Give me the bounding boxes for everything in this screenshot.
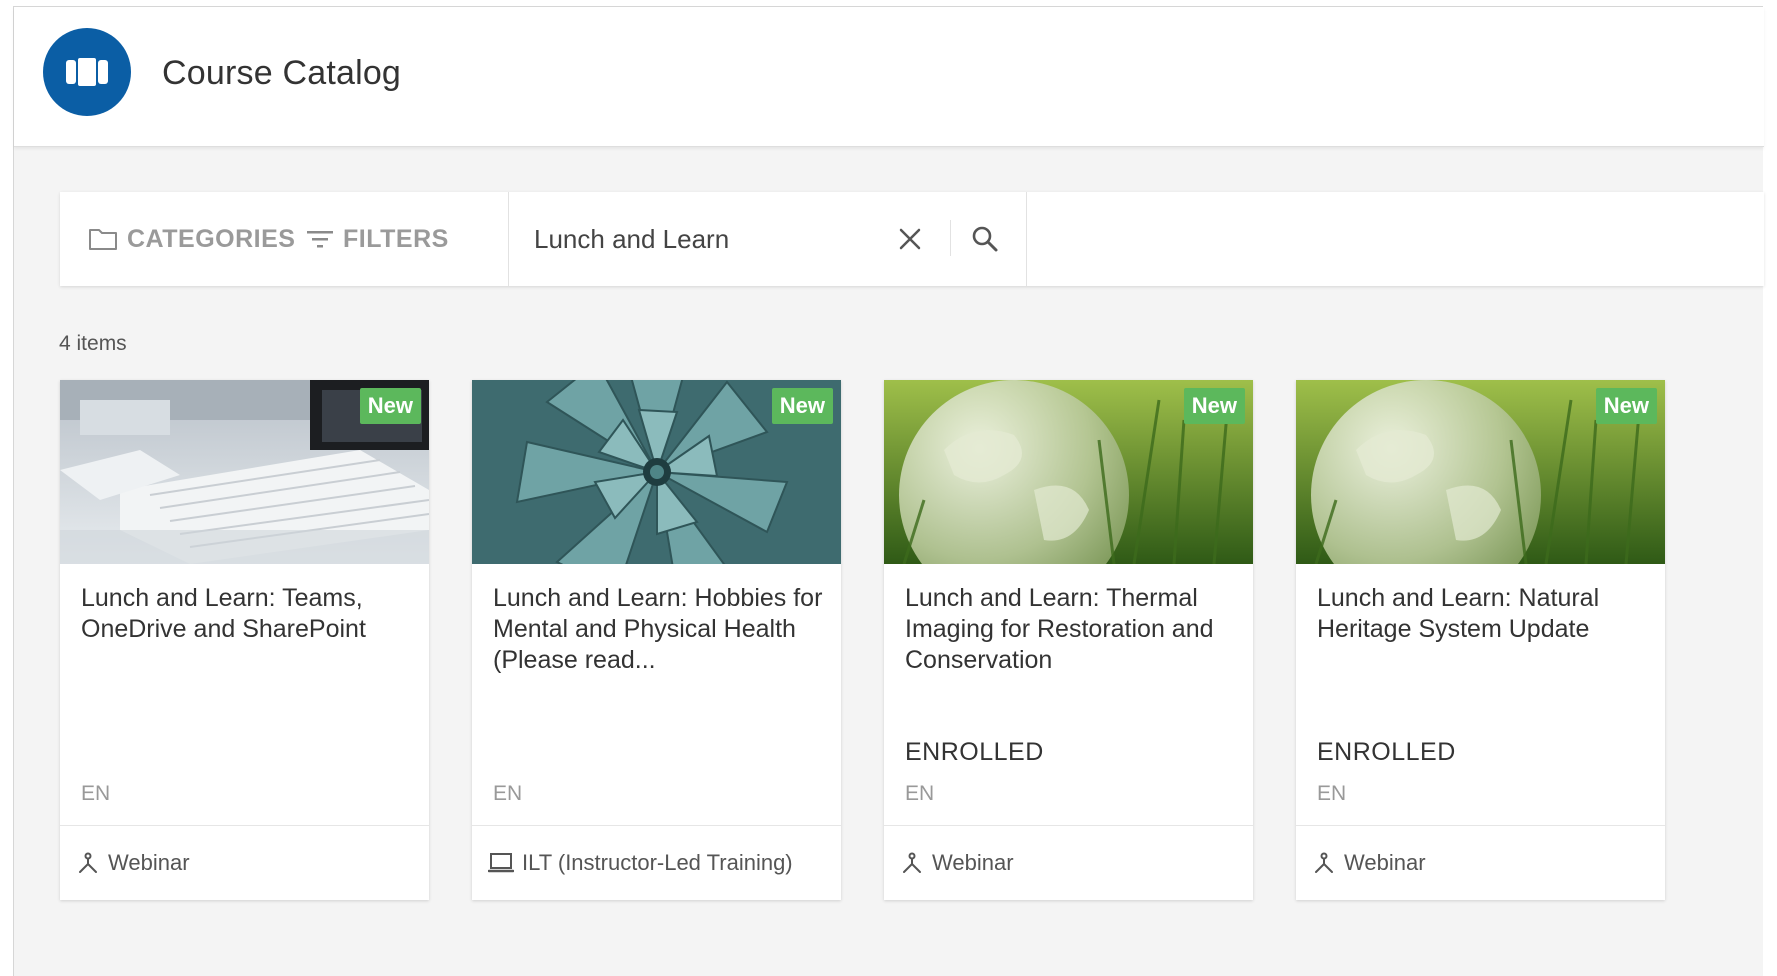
course-type-footer: Webinar — [60, 825, 429, 900]
webinar-icon — [903, 852, 921, 873]
course-type: Webinar — [932, 850, 1014, 875]
filters-button[interactable]: FILTERS — [306, 192, 449, 286]
course-card[interactable]: New Lunch and Learn: Teams, OneDrive and… — [60, 380, 429, 900]
new-badge: New — [771, 388, 833, 424]
course-language: EN — [1317, 782, 1347, 805]
course-type: Webinar — [1344, 850, 1426, 875]
webinar-icon — [79, 852, 97, 873]
search-button[interactable] — [966, 220, 1004, 258]
page-title: Course Catalog — [162, 54, 402, 92]
course-type-footer: ILT (Instructor-Led Training) — [472, 825, 841, 900]
new-badge: New — [359, 388, 421, 424]
close-icon — [899, 228, 921, 250]
folder-icon — [89, 229, 117, 250]
filters-label: FILTERS — [343, 224, 449, 253]
new-badge: New — [1595, 388, 1657, 424]
classroom-icon — [488, 853, 514, 873]
app-frame: Course Catalog CATEGORIES FILTERS Lunch … — [13, 6, 1764, 976]
course-thumbnail: New — [1296, 380, 1665, 564]
course-card[interactable]: New Lunch and Learn: Hobbies for Mental … — [472, 380, 841, 900]
page-header: Course Catalog — [14, 7, 1764, 147]
result-count: 4 items — [59, 332, 127, 355]
course-thumbnail: New — [884, 380, 1253, 564]
enrollment-status: ENROLLED — [905, 738, 1044, 766]
course-card[interactable]: New Lunch and Learn: Natural Heritage Sy… — [1296, 380, 1665, 900]
course-thumbnail: New — [60, 380, 429, 564]
course-title: Lunch and Learn: Natural Heritage System… — [1317, 584, 1600, 643]
categories-button[interactable]: CATEGORIES — [88, 192, 295, 286]
catalog-logo-icon — [43, 28, 131, 116]
catalog-toolbar: CATEGORIES FILTERS — [60, 192, 1764, 286]
course-title: Lunch and Learn: Hobbies for Mental and … — [493, 584, 823, 674]
course-language: EN — [493, 782, 523, 805]
course-type: Webinar — [108, 850, 190, 875]
enrollment-status: ENROLLED — [1317, 738, 1456, 766]
course-language: EN — [81, 782, 111, 805]
webinar-icon — [1315, 852, 1333, 873]
search-divider — [950, 220, 951, 256]
clear-search-button[interactable] — [893, 222, 927, 256]
search-icon — [972, 226, 998, 252]
categories-label: CATEGORIES — [127, 224, 296, 253]
course-title: Lunch and Learn: Teams, OneDrive and Sha… — [81, 584, 366, 643]
filter-icon — [307, 231, 333, 248]
course-type-footer: Webinar — [884, 825, 1253, 900]
course-type: ILT (Instructor-Led Training) — [522, 850, 793, 875]
course-thumbnail: New — [472, 380, 841, 564]
course-title: Lunch and Learn: Thermal Imaging for Res… — [905, 584, 1214, 674]
toolbar-divider — [1026, 192, 1027, 286]
course-card[interactable]: New Lunch and Learn: Thermal Imaging for… — [884, 380, 1253, 900]
course-type-footer: Webinar — [1296, 825, 1665, 900]
new-badge: New — [1183, 388, 1245, 424]
course-language: EN — [905, 782, 935, 805]
search-input[interactable] — [534, 217, 834, 261]
toolbar-divider — [508, 192, 509, 286]
